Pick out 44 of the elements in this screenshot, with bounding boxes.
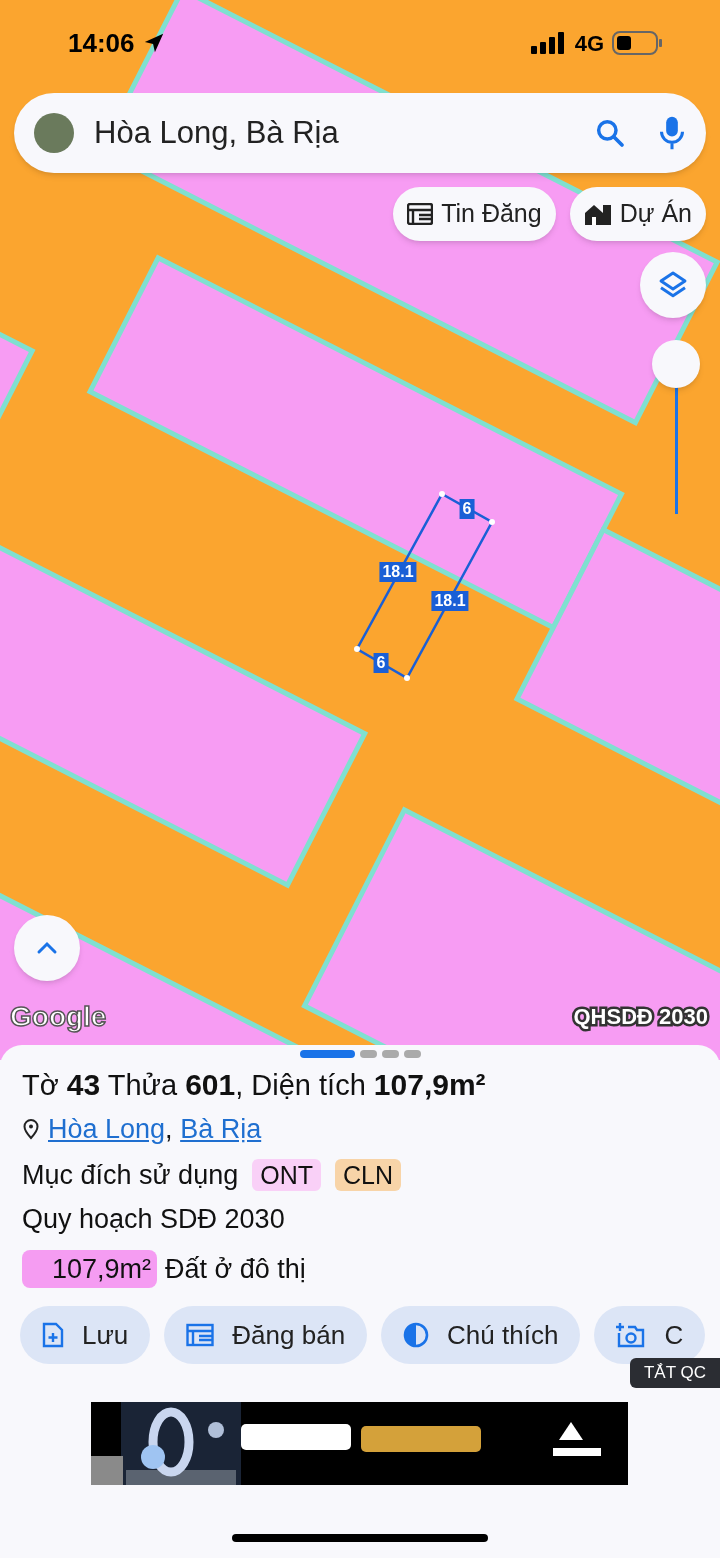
search-icon[interactable] [594, 117, 626, 149]
separator: , [165, 1113, 173, 1144]
ad-close-tooltip[interactable]: TẮT QC [630, 1358, 720, 1388]
battery-icon [612, 31, 664, 55]
location-link[interactable]: Hòa Long [48, 1113, 166, 1144]
building-icon [583, 202, 612, 226]
search-field[interactable]: Hòa Long, Bà Rịa [14, 93, 706, 173]
chevron-up-icon [36, 941, 58, 955]
measurement-label: 6 [459, 499, 475, 519]
measurement-label: 18.1 [431, 591, 469, 611]
planning-label: Quy hoạch SDĐ 2030 [22, 1203, 286, 1236]
usage-tag: ONT [252, 1159, 321, 1191]
measurement-label: 18.1 [379, 562, 417, 582]
contrast-icon [403, 1322, 430, 1348]
zone-area: 107,9m² [22, 1250, 158, 1288]
action-button[interactable]: Đăng bán [164, 1306, 368, 1364]
table-icon [407, 203, 434, 225]
location-link[interactable]: Bà Rịa [180, 1113, 262, 1144]
table-icon [186, 1323, 215, 1347]
layer-label: QHSDĐ 2030 [573, 1003, 708, 1031]
zoom-slider[interactable] [652, 340, 700, 514]
location-pin-icon [22, 1118, 40, 1140]
page-indicator[interactable] [403, 1050, 421, 1058]
page-indicator[interactable] [381, 1050, 399, 1058]
action-button[interactable]: C [594, 1306, 706, 1364]
file-plus-icon [42, 1322, 64, 1348]
action-button[interactable]: Chú thích [381, 1306, 581, 1364]
measurement-label: 6 [373, 653, 389, 673]
parcel-title: Tờ 43 Thửa 601, Diện tích 107,9m² [22, 1067, 487, 1103]
map-chip[interactable]: Tin Đăng [393, 187, 556, 241]
camera-icon [616, 1321, 647, 1349]
page-indicator[interactable] [299, 1050, 355, 1058]
action-button[interactable]: Lưu [20, 1306, 151, 1364]
clock-time: 14:06 [68, 26, 135, 60]
usage-label: Mục đích sử dụng [22, 1158, 239, 1192]
map-chip[interactable]: Dự Án [569, 187, 706, 241]
usage-tag: CLN [334, 1159, 401, 1191]
zone-description: Đất ở đô thị [165, 1252, 306, 1286]
map-attribution: Google [10, 1000, 107, 1034]
microphone-icon[interactable] [658, 115, 686, 151]
page-indicator[interactable] [359, 1050, 377, 1058]
signal-icon [530, 32, 567, 54]
avatar-icon[interactable] [34, 113, 74, 153]
network-type: 4G [574, 29, 604, 58]
